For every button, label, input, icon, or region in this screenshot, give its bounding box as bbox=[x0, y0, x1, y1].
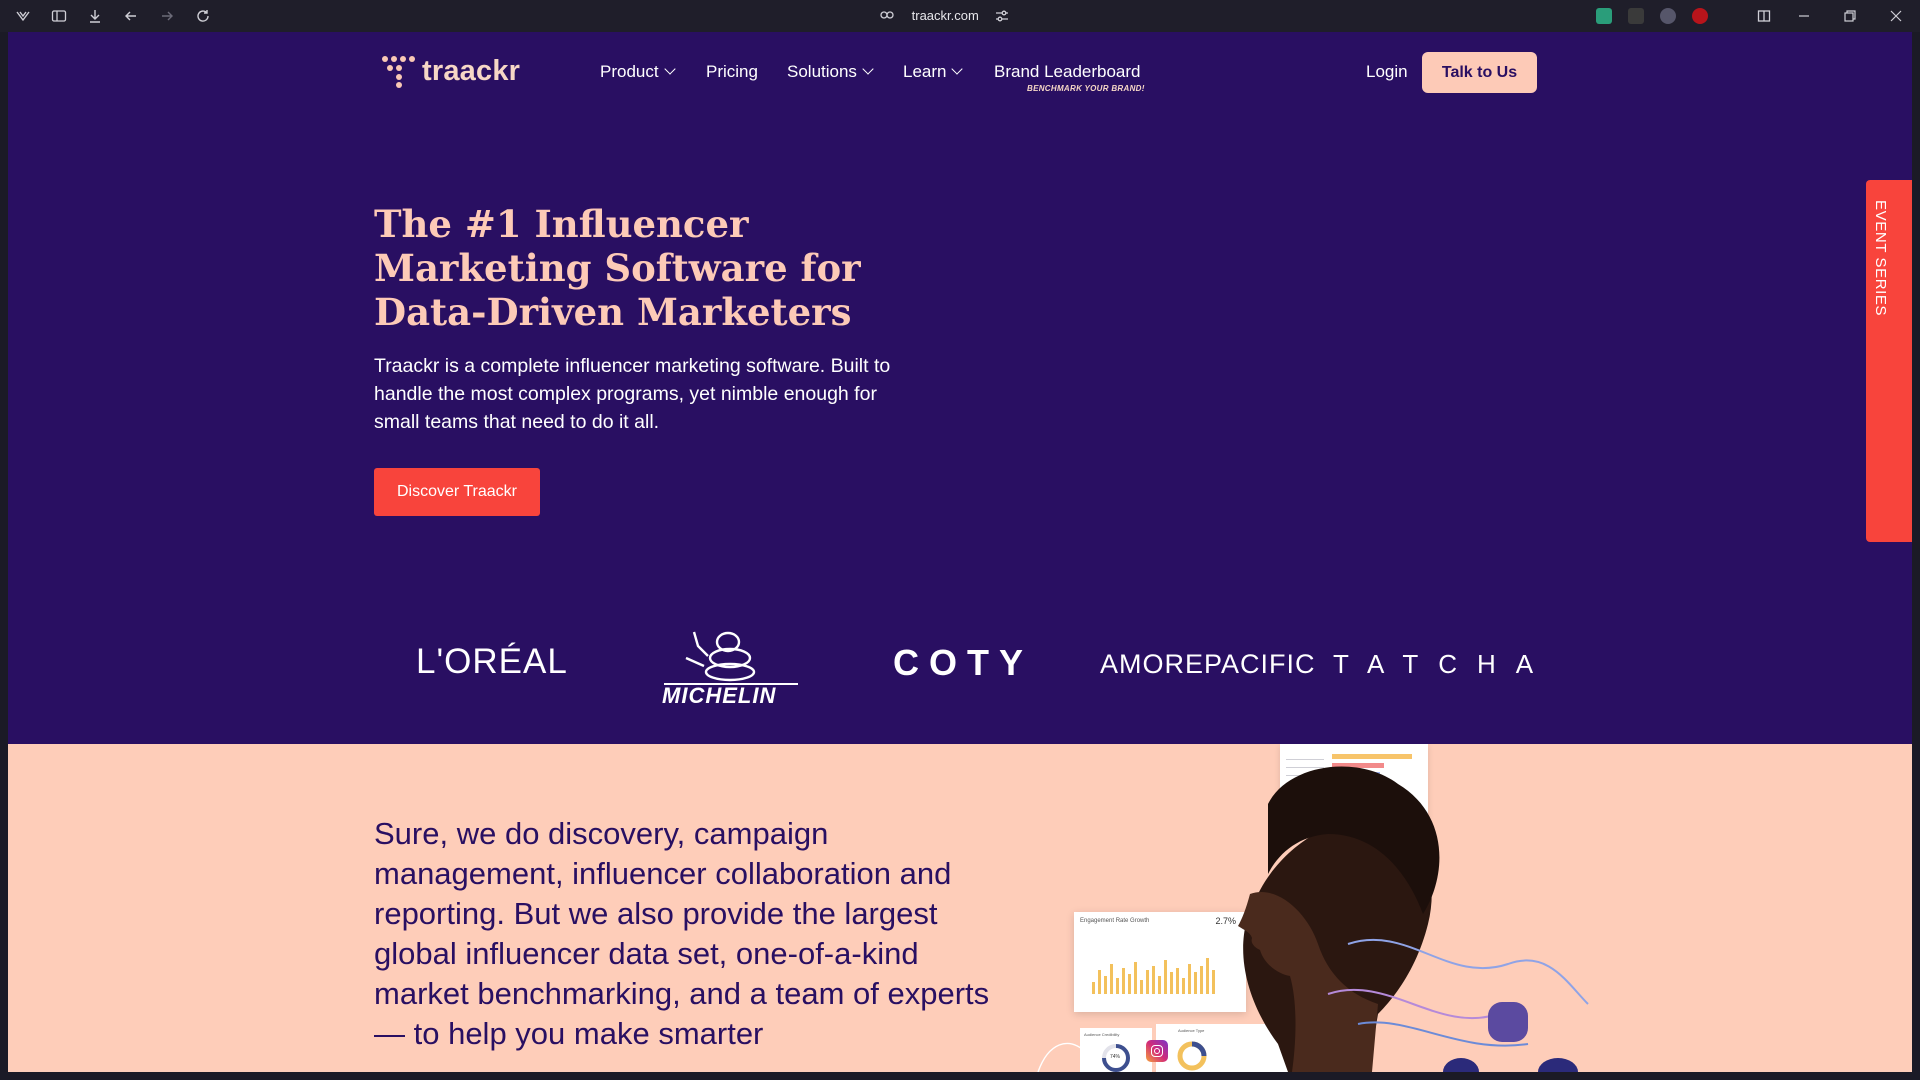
extension-icon-1[interactable] bbox=[1596, 8, 1612, 24]
nav-pricing-label: Pricing bbox=[706, 62, 758, 81]
nav-solutions-label: Solutions bbox=[787, 62, 857, 81]
nav-learn-label: Learn bbox=[903, 62, 947, 81]
logo-mark-icon bbox=[382, 54, 416, 88]
value-prop-text: Sure, we do discovery, campaign manageme… bbox=[374, 816, 990, 1051]
ublock-icon[interactable] bbox=[1692, 8, 1708, 24]
extension-icon-3[interactable] bbox=[1660, 8, 1676, 24]
restore-icon[interactable] bbox=[1842, 8, 1858, 24]
browser-toolbar: traackr.com bbox=[0, 0, 1920, 32]
logo-text: traackr bbox=[422, 54, 521, 87]
nav-product[interactable]: Product bbox=[600, 61, 676, 83]
chevron-down-icon bbox=[951, 63, 964, 75]
address-bar[interactable]: traackr.com bbox=[880, 7, 1040, 25]
talk-to-us-button[interactable]: Talk to Us bbox=[1422, 52, 1537, 93]
michelin-logo: MICHELIN bbox=[660, 628, 802, 708]
back-icon[interactable] bbox=[123, 8, 139, 24]
nav-brand-leaderboard[interactable]: Brand Leaderboard bbox=[994, 61, 1141, 83]
chevron-down-icon bbox=[663, 63, 676, 75]
page-viewport: traackr Product Pricing Solutions Learn … bbox=[8, 32, 1912, 1072]
minimize-icon[interactable] bbox=[1796, 8, 1812, 24]
value-prop-section: Sure, we do discovery, campaign manageme… bbox=[8, 744, 1912, 1072]
link-icon bbox=[880, 7, 896, 25]
login-label: Login bbox=[1366, 62, 1408, 81]
coty-logo: COTY bbox=[893, 642, 1034, 683]
event-series-label: EVENT SERIES bbox=[1872, 200, 1889, 317]
split-view-icon[interactable] bbox=[1756, 8, 1772, 24]
hero-description: Traackr is a complete influencer marketi… bbox=[374, 355, 891, 433]
loreal-logo: L'ORÉAL bbox=[416, 642, 568, 681]
download-icon[interactable] bbox=[87, 8, 103, 24]
close-icon[interactable] bbox=[1888, 8, 1904, 24]
url-text: traackr.com bbox=[911, 8, 979, 23]
chevron-down-icon bbox=[862, 63, 874, 75]
workspaces-icon[interactable] bbox=[15, 8, 31, 24]
hero-visual: Engagement Rate Growth 2.7% Audience Cre… bbox=[1028, 744, 1608, 1072]
brand-leaderboard-tag: BENCHMARK YOUR BRAND! bbox=[1027, 84, 1145, 93]
tatcha-logo: TATCHA bbox=[1333, 649, 1554, 679]
site-settings-icon[interactable] bbox=[994, 8, 1010, 24]
sidebar-toggle-icon[interactable] bbox=[51, 8, 67, 24]
login-link[interactable]: Login bbox=[1366, 61, 1408, 83]
woman-portrait-illustration bbox=[1037, 766, 1589, 1072]
nav-product-label: Product bbox=[600, 62, 659, 81]
nav-pricing[interactable]: Pricing bbox=[706, 61, 758, 83]
discover-traackr-button[interactable]: Discover Traackr bbox=[374, 468, 540, 516]
nav-brand-leaderboard-label: Brand Leaderboard bbox=[994, 62, 1141, 81]
michelin-wordmark: MICHELIN bbox=[662, 683, 777, 708]
amorepacific-logo: AMOREPACIFIC bbox=[1100, 649, 1316, 679]
extension-icon-2[interactable] bbox=[1628, 8, 1644, 24]
event-series-tab[interactable]: EVENT SERIES bbox=[1866, 180, 1912, 542]
hero-title: The #1 Influencer Marketing Software for… bbox=[374, 202, 861, 334]
forward-icon[interactable] bbox=[159, 8, 175, 24]
nav-solutions[interactable]: Solutions bbox=[787, 61, 874, 83]
reload-icon[interactable] bbox=[195, 8, 211, 24]
nav-learn[interactable]: Learn bbox=[903, 61, 964, 83]
traackr-logo[interactable]: traackr bbox=[382, 53, 520, 89]
